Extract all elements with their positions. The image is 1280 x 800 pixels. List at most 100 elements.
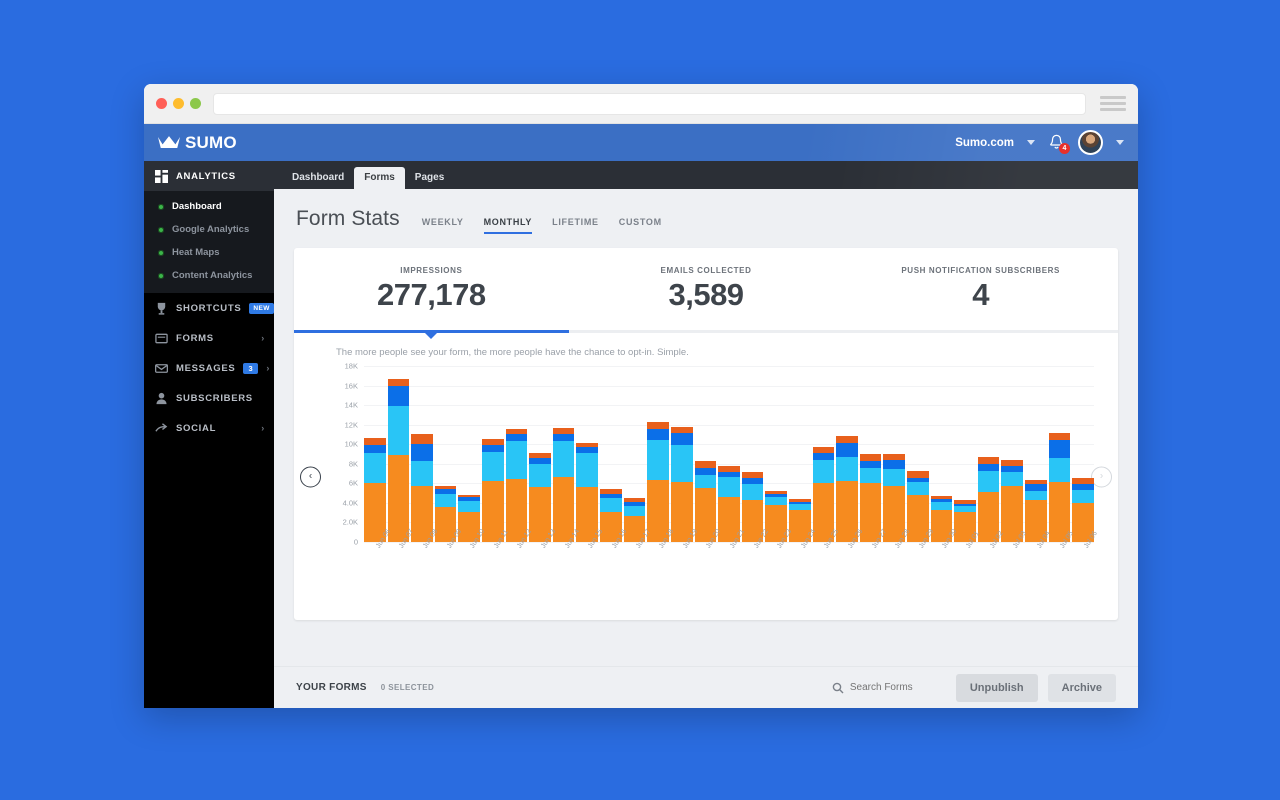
avatar[interactable] xyxy=(1078,130,1103,155)
x-axis-tick: Jul 04 xyxy=(1035,530,1052,550)
archive-button[interactable]: Archive xyxy=(1047,673,1116,702)
chart-bar[interactable] xyxy=(670,426,693,542)
chart-bar[interactable] xyxy=(1048,433,1071,542)
chart-bar-segment xyxy=(505,433,528,442)
selected-count-label: 0 SELECTED xyxy=(380,683,435,692)
x-axis-tick: Jun 07 xyxy=(398,528,416,550)
chart-bar-segment xyxy=(364,445,386,454)
period-tab-custom[interactable]: CUSTOM xyxy=(619,217,662,232)
x-axis-tick: Jun 29 xyxy=(917,528,935,550)
chevron-right-icon: › xyxy=(266,363,271,373)
maximize-window-button[interactable] xyxy=(190,98,201,109)
search-forms[interactable] xyxy=(832,682,946,694)
unpublish-button[interactable]: Unpublish xyxy=(955,673,1038,702)
chart-bar-segment xyxy=(387,406,410,455)
chevron-down-icon[interactable] xyxy=(1027,140,1035,145)
sidebar-item-messages[interactable]: MESSAGES 3 › xyxy=(144,353,274,383)
sidebar-item-google-analytics[interactable]: Google Analytics xyxy=(144,218,274,241)
address-bar[interactable] xyxy=(213,92,1086,115)
chart-bar[interactable] xyxy=(859,454,882,542)
chart-bar-segment xyxy=(1025,484,1047,492)
page-header: Form Stats WEEKLY MONTHLY LIFETIME CUSTO… xyxy=(294,207,1118,234)
chart-bar-segment xyxy=(1072,490,1094,503)
x-axis-tick: Jul 05 xyxy=(1059,530,1076,550)
chart-bar-segment xyxy=(859,454,882,461)
sidebar-item-analytics[interactable]: ANALYTICS xyxy=(144,161,274,191)
status-dot-icon xyxy=(158,249,164,256)
chart-bar-segment xyxy=(411,434,433,445)
your-forms-label: YOUR FORMS xyxy=(296,682,367,693)
chart-bar[interactable] xyxy=(505,428,528,542)
chart-bar[interactable] xyxy=(387,378,410,542)
chart-bar[interactable] xyxy=(647,421,669,542)
sidebar-item-forms[interactable]: FORMS › xyxy=(144,323,274,353)
chart-bar[interactable] xyxy=(364,438,386,542)
chart-bar[interactable] xyxy=(883,454,906,542)
tab-pages[interactable]: Pages xyxy=(405,167,454,189)
chart-bar[interactable] xyxy=(576,443,599,542)
search-input[interactable] xyxy=(849,682,946,693)
y-axis-tick: 8K xyxy=(348,459,358,469)
chart-bar-segment xyxy=(907,482,929,496)
tab-dashboard[interactable]: Dashboard xyxy=(282,167,354,189)
y-axis-tick: 12K xyxy=(344,420,358,430)
sidebar-item-label: SUBSCRIBERS xyxy=(176,392,253,404)
x-axis-tick: Jun 14 xyxy=(563,528,581,550)
chevron-right-icon: › xyxy=(261,423,265,433)
chart-bar[interactable] xyxy=(694,460,717,542)
sidebar-item-dashboard[interactable]: Dashboard xyxy=(144,195,274,218)
chart-bar[interactable] xyxy=(977,456,1000,542)
sidebar: ANALYTICS Dashboard Google Analytics Hea… xyxy=(144,161,274,708)
chart-bar[interactable] xyxy=(1001,459,1024,542)
close-window-button[interactable] xyxy=(156,98,167,109)
account-chevron-down-icon[interactable] xyxy=(1116,140,1124,145)
kpi-push-subscribers[interactable]: PUSH NOTIFICATION SUBSCRIBERS 4 xyxy=(843,248,1118,330)
x-axis-tick: Jul 06 xyxy=(1083,530,1099,550)
period-tab-lifetime[interactable]: LIFETIME xyxy=(552,217,599,232)
kpi-value: 277,178 xyxy=(377,276,486,312)
sidebar-item-shortcuts[interactable]: SHORTCUTS NEW xyxy=(144,293,274,323)
chart-bar[interactable] xyxy=(552,427,575,542)
new-badge: NEW xyxy=(249,302,274,314)
chart-bar-segment xyxy=(411,444,433,461)
window-controls xyxy=(156,98,201,109)
person-icon xyxy=(156,392,167,404)
tab-forms[interactable]: Forms xyxy=(354,167,405,189)
kpi-impressions[interactable]: IMPRESSIONS 277,178 xyxy=(294,248,569,330)
chart-bar[interactable] xyxy=(529,453,551,542)
bar-chart: 0 2.0K 4.0K 6K 8K 10K 12K 14K 16K 18K Jun 06 Jun 0… xyxy=(336,362,1102,566)
chart-bar[interactable] xyxy=(812,447,835,542)
sidebar-item-subscribers[interactable]: SUBSCRIBERS xyxy=(144,383,274,413)
sidebar-item-social[interactable]: SOCIAL › xyxy=(144,413,274,443)
minimize-window-button[interactable] xyxy=(173,98,184,109)
chart-bar-segment xyxy=(977,463,1000,471)
status-dot-icon xyxy=(158,272,164,279)
x-axis-tick: Jun 27 xyxy=(870,528,888,550)
chevron-left-icon[interactable]: ‹ xyxy=(300,466,321,487)
chart-bar-segment xyxy=(836,436,858,444)
y-axis-tick: 14K xyxy=(344,400,358,410)
analytics-subnav: Dashboard Google Analytics Heat Maps Con… xyxy=(144,191,274,293)
chart-bar-segment xyxy=(694,474,717,489)
sidebar-item-heat-maps[interactable]: Heat Maps xyxy=(144,241,274,264)
x-axis-tick: Jun 06 xyxy=(374,528,392,550)
sidebar-item-content-analytics[interactable]: Content Analytics xyxy=(144,264,274,287)
kpi-label: IMPRESSIONS xyxy=(400,265,463,275)
hamburger-icon[interactable] xyxy=(1100,96,1126,111)
period-tab-weekly[interactable]: WEEKLY xyxy=(422,217,464,232)
site-selector-label[interactable]: Sumo.com xyxy=(955,137,1014,149)
chart-bar[interactable] xyxy=(836,436,858,542)
chart-bar-segment xyxy=(765,497,787,505)
notifications-button[interactable]: 4 xyxy=(1048,133,1070,154)
period-tab-monthly[interactable]: MONTHLY xyxy=(483,217,533,234)
chart-bar-segment xyxy=(836,443,858,457)
chart-bar-segment xyxy=(600,498,622,512)
sidebar-item-label: ANALYTICS xyxy=(176,170,236,182)
chart-bar-segment xyxy=(1048,440,1071,458)
kpi-emails-collected[interactable]: EMAILS COLLECTED 3,589 xyxy=(569,248,844,330)
chart-bar-segment xyxy=(434,494,457,507)
y-axis-tick: 6K xyxy=(348,478,358,488)
chart-bar[interactable] xyxy=(482,439,504,542)
brand-logo[interactable]: SUMO xyxy=(158,133,237,153)
chart-bar[interactable] xyxy=(411,434,433,542)
